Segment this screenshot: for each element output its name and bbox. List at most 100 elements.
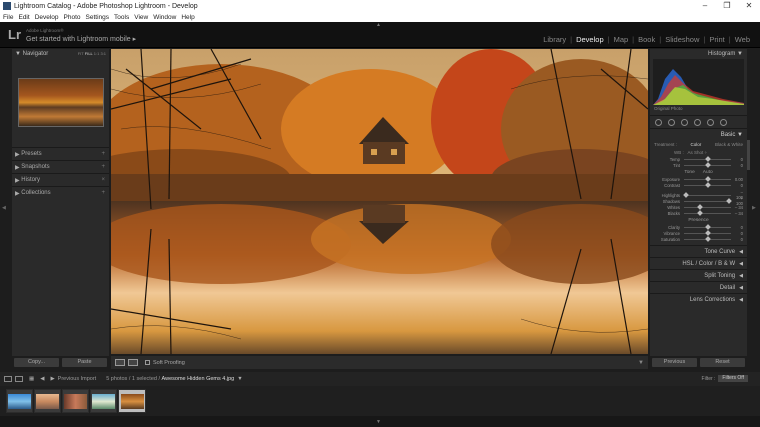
- filmstrip-thumbnail[interactable]: [6, 389, 33, 413]
- top-panel-toggle-icon[interactable]: ▲: [376, 22, 381, 28]
- split-toning-section[interactable]: Split Toning ◀: [650, 269, 747, 281]
- slider-value[interactable]: 0: [733, 231, 743, 236]
- slider-knob[interactable]: [704, 236, 711, 242]
- slider-value[interactable]: 0: [733, 163, 743, 168]
- histogram-graph[interactable]: [653, 59, 744, 105]
- slider-track[interactable]: [684, 182, 731, 188]
- slider-track[interactable]: [684, 198, 732, 204]
- module-web[interactable]: Web: [731, 35, 754, 44]
- slider-track[interactable]: [684, 162, 731, 168]
- menu-window[interactable]: Window: [153, 14, 176, 21]
- histogram-header[interactable]: Histogram ▼: [650, 49, 747, 58]
- previous-import-label[interactable]: Previous Import: [58, 376, 97, 382]
- left-panel-toggle-icon[interactable]: ◀: [2, 205, 10, 211]
- lightroom-mobile-link[interactable]: Get started with Lightroom mobile ▸: [26, 35, 136, 43]
- add-preset-icon[interactable]: +: [101, 151, 105, 157]
- slider-track[interactable]: [684, 156, 731, 162]
- module-slideshow[interactable]: Slideshow: [661, 35, 703, 44]
- slider-knob[interactable]: [704, 162, 711, 168]
- module-map[interactable]: Map: [610, 35, 633, 44]
- treatment-color[interactable]: Color: [691, 142, 702, 147]
- treatment-bw[interactable]: Black & White: [715, 142, 743, 147]
- slider-track[interactable]: [684, 230, 731, 236]
- loupe-view-icon[interactable]: [115, 359, 125, 366]
- slider-track[interactable]: [683, 192, 731, 198]
- auto-button[interactable]: Auto: [703, 170, 713, 175]
- detail-section[interactable]: Detail ◀: [650, 281, 747, 293]
- red-eye-icon[interactable]: [681, 118, 688, 126]
- right-panel-scrollbar[interactable]: [747, 140, 750, 170]
- menu-file[interactable]: File: [3, 14, 13, 21]
- slider-value[interactable]: 0: [733, 157, 743, 162]
- minimize-button[interactable]: –: [694, 0, 716, 12]
- filmstrip-thumbnail[interactable]: [34, 389, 61, 413]
- slider-value[interactable]: – 34: [733, 205, 743, 210]
- zoom-1-1[interactable]: 1:1: [94, 51, 100, 56]
- basic-header[interactable]: Basic ▼: [650, 129, 747, 140]
- filmstrip-thumbnail[interactable]: [90, 389, 117, 413]
- reset-button[interactable]: Reset: [700, 358, 745, 367]
- add-collection-icon[interactable]: +: [101, 190, 105, 196]
- crop-tool-icon[interactable]: [655, 118, 662, 126]
- slider-track[interactable]: [684, 210, 731, 216]
- filmstrip-toggle-icon[interactable]: ▼: [376, 419, 381, 425]
- navigator-preview[interactable]: [17, 78, 104, 127]
- menu-settings[interactable]: Settings: [86, 14, 110, 21]
- copy-button[interactable]: Copy...: [14, 358, 59, 367]
- previous-button[interactable]: Previous: [652, 358, 697, 367]
- filmstrip-thumbnail[interactable]: [62, 389, 89, 413]
- zoom-3-1[interactable]: 3:1: [100, 51, 106, 56]
- grid-view-icon[interactable]: ▦: [29, 376, 34, 382]
- slider-value[interactable]: 0.00: [733, 177, 743, 182]
- adjustment-brush-icon[interactable]: [720, 118, 727, 126]
- before-after-view-icon[interactable]: [128, 359, 138, 366]
- menu-develop[interactable]: Develop: [35, 14, 59, 21]
- close-button[interactable]: ✕: [738, 0, 760, 12]
- history-section[interactable]: ▶ History ×: [12, 173, 109, 186]
- paste-button[interactable]: Paste: [62, 358, 107, 367]
- slider-value[interactable]: 0: [733, 237, 743, 242]
- filter-select[interactable]: Filters Off: [718, 375, 748, 382]
- menu-edit[interactable]: Edit: [18, 14, 29, 21]
- second-window-icon[interactable]: [15, 376, 23, 382]
- graduated-filter-icon[interactable]: [694, 118, 701, 126]
- main-photo[interactable]: [111, 49, 648, 354]
- forward-arrow-icon[interactable]: ▶: [50, 376, 54, 382]
- slider-track[interactable]: [684, 236, 731, 242]
- wb-select[interactable]: As Shot ÷: [688, 150, 707, 155]
- slider-knob[interactable]: [683, 192, 690, 198]
- toolbar-menu-icon[interactable]: ▼: [638, 360, 644, 366]
- collections-section[interactable]: ▶ Collections +: [12, 186, 109, 199]
- maximize-button[interactable]: ❐: [716, 0, 738, 12]
- presets-section[interactable]: ▶ Presets +: [12, 147, 109, 160]
- hsl-section[interactable]: HSL / Color / B & W ◀: [650, 257, 747, 269]
- spot-removal-icon[interactable]: [668, 118, 675, 126]
- menu-help[interactable]: Help: [181, 14, 194, 21]
- back-arrow-icon[interactable]: ◀: [40, 376, 44, 382]
- slider-value[interactable]: – 34: [733, 211, 743, 216]
- slider-value[interactable]: 0: [733, 225, 743, 230]
- add-snapshot-icon[interactable]: +: [101, 164, 105, 170]
- slider-value[interactable]: 0: [733, 183, 743, 188]
- slider-knob[interactable]: [704, 182, 711, 188]
- menu-view[interactable]: View: [134, 14, 148, 21]
- soft-proofing-checkbox[interactable]: [145, 360, 150, 365]
- snapshots-section[interactable]: ▶ Snapshots +: [12, 160, 109, 173]
- right-panel-toggle-icon[interactable]: ▶: [752, 205, 760, 211]
- zoom-fit[interactable]: FIT: [78, 51, 84, 56]
- slider-track[interactable]: [684, 204, 731, 210]
- module-library[interactable]: Library: [539, 35, 570, 44]
- radial-filter-icon[interactable]: [707, 118, 714, 126]
- slider-whites[interactable]: Whites – 34: [650, 204, 747, 210]
- module-print[interactable]: Print: [705, 35, 728, 44]
- filmstrip-thumbnail-selected[interactable]: [118, 389, 146, 413]
- navigator-header[interactable]: ▼ Navigator FIT FILL 1:1 3:1: [12, 49, 109, 58]
- module-develop[interactable]: Develop: [572, 35, 608, 44]
- module-book[interactable]: Book: [634, 35, 659, 44]
- zoom-fill[interactable]: FILL: [85, 51, 93, 56]
- clear-history-icon[interactable]: ×: [101, 177, 105, 183]
- slider-track[interactable]: [684, 224, 731, 230]
- main-window-icon[interactable]: [4, 376, 12, 382]
- original-photo-label[interactable]: Original Photo: [650, 105, 747, 112]
- slider-track[interactable]: [684, 176, 731, 182]
